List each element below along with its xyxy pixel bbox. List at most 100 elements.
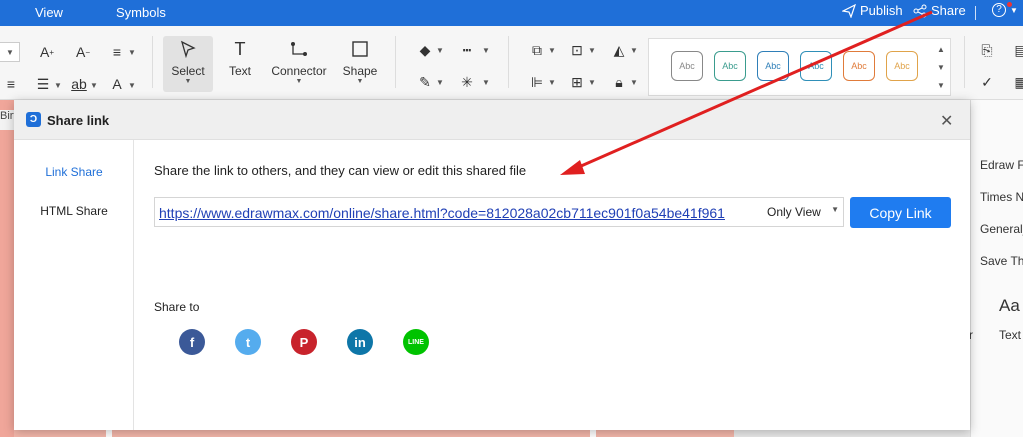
pinterest-icon[interactable]: P xyxy=(291,329,317,355)
tab-html-share[interactable]: HTML Share xyxy=(14,204,134,218)
divider xyxy=(975,6,976,20)
facebook-icon[interactable]: f xyxy=(179,329,205,355)
share-to-label: Share to xyxy=(154,300,200,314)
permission-select[interactable]: Only View ▼ xyxy=(767,201,841,223)
tab-link-share[interactable]: Link Share xyxy=(14,165,134,179)
twitter-icon[interactable]: t xyxy=(235,329,261,355)
fill-bucket-icon[interactable]: ◆ xyxy=(414,40,436,60)
chevron-up-icon[interactable]: ▲ xyxy=(937,45,945,54)
share-button[interactable]: Share xyxy=(913,3,966,18)
share-link-dialog: Ɔ Share link ✕ Link Share HTML Share Sha… xyxy=(14,100,970,430)
lock-icon[interactable]: 🔒︎ xyxy=(608,72,630,92)
text-highlight-icon[interactable]: ab xyxy=(68,74,90,94)
align-objects-icon[interactable]: ⊫ xyxy=(526,72,548,92)
line-style-icon[interactable]: ┅ xyxy=(456,40,478,60)
decrease-font-icon[interactable]: A − xyxy=(72,42,94,62)
font-color-icon[interactable]: A xyxy=(106,74,128,94)
font-size-dropdown[interactable]: ▼ xyxy=(0,42,20,62)
edraw-logo-icon: Ɔ xyxy=(26,112,41,127)
font-option-1[interactable]: Edraw Fl xyxy=(980,158,1023,172)
share-url-field[interactable]: https://www.edrawmax.com/online/share.ht… xyxy=(154,197,844,227)
chevron-down-icon: ▼ xyxy=(482,78,490,87)
style-swatch[interactable]: Abc xyxy=(757,51,789,81)
expand-icon[interactable]: ▼ xyxy=(937,81,945,90)
line-spacing-icon[interactable]: ≡ xyxy=(0,74,22,94)
select-tool[interactable]: Select ▼ xyxy=(163,36,213,92)
distribute-icon[interactable]: ⊞ xyxy=(566,72,588,92)
chevron-down-icon: ▼ xyxy=(54,81,62,90)
chevron-down-icon: ▼ xyxy=(831,205,839,214)
panel-icon-2[interactable]: ▦ xyxy=(1010,72,1023,92)
chevron-down-icon: ▼ xyxy=(295,78,303,85)
help-button[interactable]: ? ▼ xyxy=(992,3,1018,17)
linkedin-icon[interactable]: in xyxy=(347,329,373,355)
divider xyxy=(152,36,153,88)
close-icon[interactable]: ✕ xyxy=(940,111,953,131)
group-icon[interactable]: ⊡ xyxy=(566,40,588,60)
spellcheck-icon[interactable]: ✓ xyxy=(976,72,998,92)
panel-icon[interactable]: ▤ xyxy=(1010,40,1023,60)
document-tab[interactable]: Birt xyxy=(0,110,17,130)
publish-icon xyxy=(842,3,856,18)
quick-styles-gallery: Abc Abc Abc Abc Abc Abc ▲ ▼ ▼ xyxy=(648,38,951,96)
help-icon: ? xyxy=(992,3,1006,17)
line-icon[interactable]: LINE xyxy=(403,329,429,355)
chevron-down-icon[interactable]: ▼ xyxy=(937,63,945,72)
divider xyxy=(590,430,596,437)
top-menu-bar: View Symbols Publish Share ? ▼ xyxy=(0,0,1023,26)
shape-label: Shape xyxy=(342,64,378,78)
text-tool[interactable]: T Text xyxy=(222,40,258,78)
text-style-label: Text xyxy=(999,328,1022,342)
list-icon[interactable]: ☰ xyxy=(32,74,54,94)
copy-link-button[interactable]: Copy Link xyxy=(850,197,951,228)
share-url-link[interactable]: https://www.edrawmax.com/online/share.ht… xyxy=(159,205,725,221)
divider xyxy=(395,36,396,88)
notification-dot xyxy=(1007,2,1012,7)
line-color-icon[interactable]: ✎ xyxy=(414,72,436,92)
chevron-down-icon: ▼ xyxy=(630,46,638,55)
text-label: Text xyxy=(228,64,251,78)
permission-value: Only View xyxy=(767,205,821,219)
cursor-icon xyxy=(180,40,196,58)
style-swatch[interactable]: Abc xyxy=(800,51,832,81)
chevron-down-icon: ▼ xyxy=(588,78,596,87)
style-swatch[interactable]: Abc xyxy=(714,51,746,81)
dialog-header: Ɔ Share link ✕ xyxy=(14,100,970,140)
toolbar: ▼ A + A − ≡ ▼ ≡ ☰ ▼ ab ▼ A ▼ Select ▼ T Te… xyxy=(0,26,1023,100)
divider xyxy=(106,430,112,437)
divider xyxy=(964,36,965,88)
increase-font-icon[interactable]: A + xyxy=(36,42,58,62)
style-swatch[interactable]: Abc xyxy=(843,51,875,81)
font-option-2[interactable]: Times N xyxy=(980,190,1023,204)
square-icon xyxy=(352,41,368,57)
text-style-icon[interactable]: Aa xyxy=(999,296,1020,316)
share-description: Share the link to others, and they can v… xyxy=(154,163,527,178)
menu-symbols[interactable]: Symbols xyxy=(116,5,166,20)
connector-label: Connector xyxy=(271,64,327,78)
dialog-title: Share link xyxy=(47,113,110,128)
align-icon[interactable]: ≡ xyxy=(106,42,128,62)
format-painter-icon[interactable]: ⎘ xyxy=(976,40,998,60)
style-swatch[interactable]: Abc xyxy=(671,51,703,81)
effects-icon[interactable]: ✳ xyxy=(456,72,478,92)
chevron-down-icon: ▼ xyxy=(548,46,556,55)
arrange-icon[interactable]: ⧉ xyxy=(526,40,548,60)
flip-icon[interactable]: ◭ xyxy=(608,40,630,60)
chevron-down-icon: ▼ xyxy=(184,78,192,85)
canvas-bottom-edge xyxy=(14,430,734,437)
divider xyxy=(508,36,509,88)
chevron-down-icon: ▼ xyxy=(1010,5,1018,15)
publish-button[interactable]: Publish xyxy=(842,3,903,18)
style-swatch[interactable]: Abc xyxy=(886,51,918,81)
save-theme-button[interactable]: Save The xyxy=(980,254,1023,268)
chevron-down-icon: ▼ xyxy=(630,78,638,87)
font-option-3[interactable]: General_ xyxy=(980,222,1023,236)
menu-view[interactable]: View xyxy=(35,5,63,20)
chevron-down-icon: ▼ xyxy=(128,48,136,57)
canvas-left-edge: Birt xyxy=(0,100,17,437)
chevron-down-icon: ▼ xyxy=(436,78,444,87)
chevron-down-icon: ▼ xyxy=(356,78,364,85)
shape-tool[interactable]: Shape ▼ xyxy=(340,40,380,85)
connector-tool[interactable]: Connector ▼ xyxy=(268,40,330,85)
chevron-down-icon: ▼ xyxy=(436,46,444,55)
